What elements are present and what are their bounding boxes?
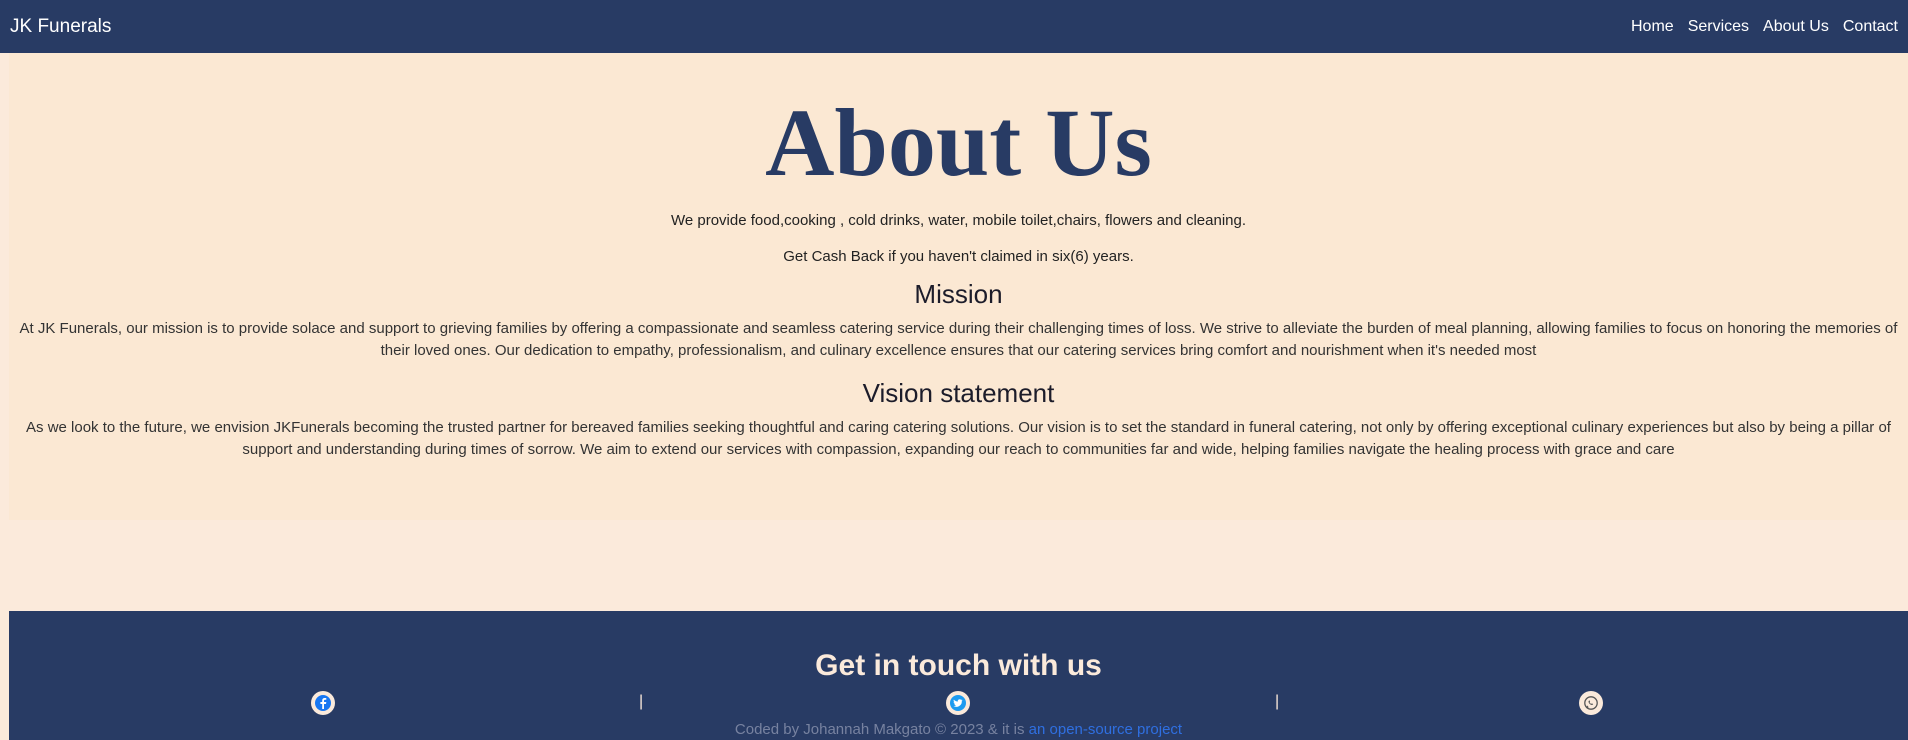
nav-link-contact[interactable]: Contact bbox=[1843, 18, 1898, 36]
facebook-icon[interactable] bbox=[311, 691, 335, 715]
about-section: About Us We provide food,cooking , cold … bbox=[9, 53, 1908, 520]
vision-text: As we look to the future, we envision JK… bbox=[26, 419, 1891, 458]
intro-cashback-text: Get Cash Back if you haven't claimed in … bbox=[783, 248, 1134, 265]
mission-text: At JK Funerals, our mission is to provid… bbox=[19, 320, 1898, 359]
twitter-icon[interactable] bbox=[946, 691, 970, 715]
mission-heading: Mission bbox=[914, 279, 1003, 309]
footer-title: Get in touch with us bbox=[815, 649, 1102, 682]
nav-link-services[interactable]: Services bbox=[1688, 18, 1749, 36]
open-source-link[interactable]: an open-source project bbox=[1029, 721, 1182, 738]
credit-text: Coded by Johannah Makgato © 2023 & it is bbox=[734, 721, 1029, 738]
brand-logo[interactable]: JK Funerals bbox=[10, 16, 111, 38]
separator-1: | bbox=[639, 693, 644, 710]
intro-services-text: We provide food,cooking , cold drinks, w… bbox=[670, 212, 1247, 229]
navbar: JK Funerals Home Services About Us Conta… bbox=[0, 0, 1908, 53]
nav-links: Home Services About Us Contact bbox=[1617, 18, 1898, 36]
footer: Get in touch with us | | Coded by Johann… bbox=[9, 611, 1908, 740]
whatsapp-icon[interactable] bbox=[1579, 691, 1603, 715]
nav-link-about-us[interactable]: About Us bbox=[1763, 18, 1829, 36]
page-title: About Us bbox=[765, 89, 1152, 196]
vision-heading: Vision statement bbox=[862, 378, 1055, 408]
social-links: | | bbox=[9, 691, 1908, 717]
nav-link-home[interactable]: Home bbox=[1631, 18, 1674, 36]
footer-credit: Coded by Johannah Makgato © 2023 & it is… bbox=[9, 721, 1908, 738]
separator-2: | bbox=[1275, 693, 1280, 710]
